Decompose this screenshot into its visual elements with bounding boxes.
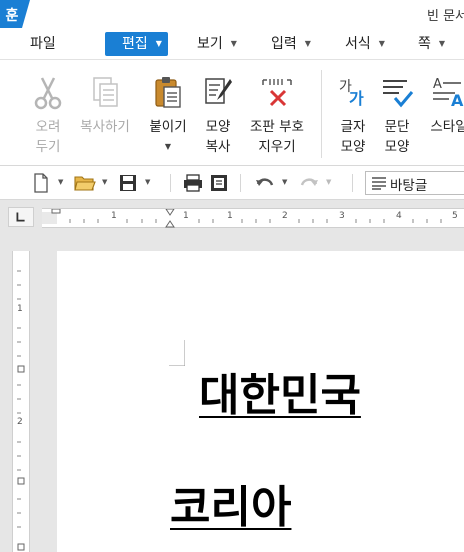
- tab-type-selector[interactable]: [8, 207, 34, 227]
- chevron-down-icon: ▼: [378, 39, 385, 48]
- toolbar-separator: [240, 174, 241, 192]
- margin-corner-mark: [169, 340, 185, 366]
- chevron-down-icon[interactable]: ▼: [58, 178, 63, 186]
- format-painter-icon: [205, 78, 232, 104]
- paragraph-style-icon: [372, 177, 386, 190]
- toolbar-separator: [170, 174, 171, 192]
- char-shape-button[interactable]: 가 가 글자 모양: [332, 60, 374, 166]
- menu-edit[interactable]: 편집 ▼: [105, 32, 168, 56]
- chevron-down-icon[interactable]: ▼: [140, 142, 196, 151]
- cut-label: 오려 두기: [35, 119, 61, 155]
- chevron-down-icon: ▼: [230, 39, 237, 48]
- vertical-ruler[interactable]: 1 2: [12, 251, 30, 552]
- svg-text:가: 가: [349, 89, 364, 108]
- paste-icon: [155, 77, 181, 108]
- preview-icon[interactable]: [209, 173, 229, 193]
- ruler-number: 1: [183, 211, 189, 221]
- style-icon: A A: [433, 77, 464, 110]
- scissors-icon: [34, 77, 62, 110]
- toolbar-separator: [352, 174, 353, 192]
- menu-file-label: 파일: [30, 36, 56, 52]
- remove-codes-icon: [262, 79, 292, 107]
- char-shape-label: 글자 모양: [340, 119, 366, 155]
- undo-icon[interactable]: [254, 173, 276, 193]
- remove-codes-label: 조판 부호 지우기: [250, 119, 304, 155]
- chevron-down-icon[interactable]: ▼: [282, 178, 287, 186]
- document-line[interactable]: 코리아: [170, 471, 291, 535]
- menu-format[interactable]: 서식 ▼: [345, 32, 385, 56]
- vertical-ruler-scale: [17, 270, 25, 551]
- ruler-number: 1: [227, 211, 233, 221]
- save-icon[interactable]: [118, 173, 138, 193]
- quick-toolbar: ▼ ▼ ▼ ▼ ▼ 바탕글: [0, 166, 464, 200]
- menu-edit-label: 편집: [122, 36, 148, 52]
- window-title: 빈 문서: [427, 9, 464, 24]
- style-select-value: 바탕글: [390, 178, 428, 194]
- paste-label: 붙이기: [149, 119, 187, 135]
- ruler-number: 1: [17, 304, 23, 314]
- copy-label: 복사하기: [80, 119, 130, 135]
- menu-format-label: 서식: [345, 36, 371, 52]
- ruler-number: 2: [282, 211, 288, 221]
- format-copy-button[interactable]: 모양 복사: [196, 60, 240, 166]
- svg-text:A: A: [433, 77, 442, 92]
- remove-codes-button[interactable]: 조판 부호 지우기: [244, 60, 310, 166]
- chevron-down-icon: ▼: [155, 39, 162, 48]
- svg-text:A: A: [451, 91, 464, 110]
- format-copy-label: 모양 복사: [205, 119, 231, 155]
- style-select[interactable]: 바탕글: [365, 171, 464, 195]
- menu-insert-label: 입력: [271, 36, 297, 52]
- logo-letter: 훈: [6, 7, 19, 24]
- cut-button[interactable]: 오려 두기: [22, 60, 74, 166]
- ruler-number: 1: [111, 211, 117, 221]
- para-shape-label: 문단 모양: [384, 119, 410, 155]
- redo-icon[interactable]: [298, 173, 320, 193]
- title-bar: 훈 빈 문서: [0, 0, 464, 28]
- ruler-number: 3: [339, 211, 345, 221]
- menu-page-label: 쪽: [418, 36, 431, 52]
- chevron-down-icon[interactable]: ▼: [326, 178, 331, 186]
- ruler-number: 2: [17, 417, 23, 427]
- ruler-number: 4: [396, 211, 402, 221]
- left-tab-icon: [16, 212, 25, 222]
- ruler-number: 5: [452, 211, 458, 221]
- ribbon-separator: [321, 70, 322, 158]
- chevron-down-icon[interactable]: ▼: [145, 178, 150, 186]
- document-line[interactable]: 대한민국: [199, 359, 361, 423]
- document-page[interactable]: 대한민국 코리아: [57, 251, 464, 552]
- print-icon[interactable]: [182, 173, 204, 193]
- style-label: 스타일: [430, 119, 464, 135]
- horizontal-ruler[interactable]: 1 1 1 2 3 4 5: [42, 208, 464, 228]
- chevron-down-icon[interactable]: ▼: [102, 178, 107, 186]
- char-shape-icon: 가 가: [339, 79, 364, 108]
- menu-view[interactable]: 보기 ▼: [197, 32, 237, 56]
- menu-view-label: 보기: [197, 36, 223, 52]
- copy-icon: [93, 77, 118, 107]
- open-folder-icon[interactable]: [74, 173, 96, 193]
- chevron-down-icon: ▼: [438, 39, 446, 48]
- menu-bar: 파일 편집 ▼ 보기 ▼ 입력 ▼ 서식 ▼ 쪽 ▼: [0, 28, 464, 60]
- document-workspace[interactable]: 1 1 1 2 3 4 5 1 2 대한민국 코리아: [0, 200, 464, 552]
- new-document-icon[interactable]: [33, 173, 49, 193]
- paste-button[interactable]: 붙이기 ▼: [140, 60, 196, 166]
- copy-button[interactable]: 복사하기: [74, 60, 136, 166]
- chevron-down-icon: ▼: [304, 39, 311, 48]
- ribbon-toolbar: 오려 두기 복사하기 붙이기 ▼ 모양 복사 조판 부호 지우기 가 가 글자 …: [0, 60, 464, 166]
- hancom-logo-icon[interactable]: 훈: [0, 0, 30, 28]
- menu-page[interactable]: 쪽 ▼: [418, 32, 445, 56]
- menu-file[interactable]: 파일: [30, 32, 56, 56]
- para-shape-button[interactable]: 문단 모양: [376, 60, 418, 166]
- style-button[interactable]: A A 스타일: [422, 60, 464, 166]
- para-shape-icon: [383, 80, 414, 108]
- menu-insert[interactable]: 입력 ▼: [271, 32, 311, 56]
